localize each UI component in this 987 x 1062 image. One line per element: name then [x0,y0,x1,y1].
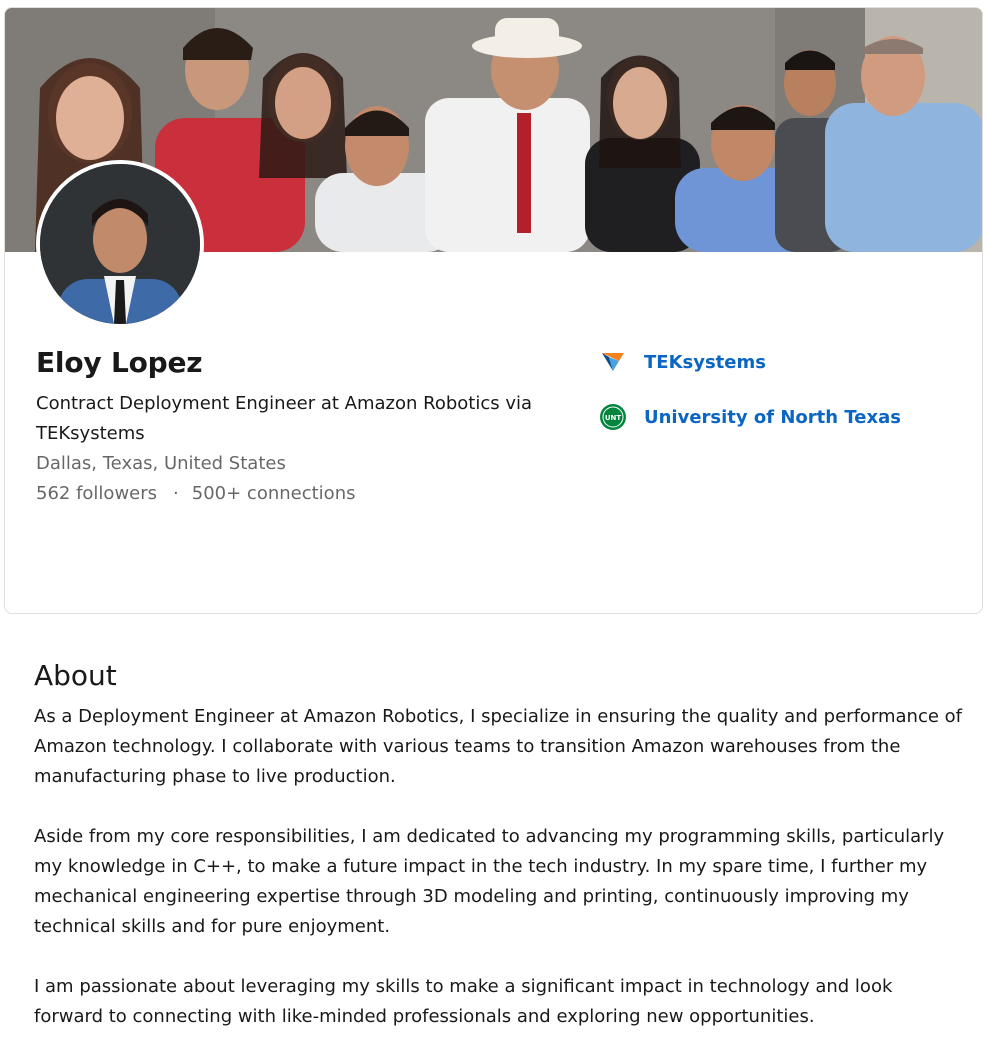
connections-count[interactable]: 500+ connections [192,479,356,509]
followers-count[interactable]: 562 followers [36,479,157,509]
teksystems-logo-icon [599,348,627,376]
org-name-teksystems: TEKsystems [644,351,766,373]
profile-organizations: TEKsystems UNT University of North Texas [599,346,901,456]
profile-card: Eloy Lopez Contract Deployment Engineer … [4,7,983,614]
about-paragraph: Aside from my core responsibilities, I a… [34,826,945,937]
profile-stats: 562 followers · 500+ connections [36,479,355,509]
about-title: About [34,659,117,692]
org-link-teksystems[interactable]: TEKsystems [599,346,901,378]
unt-logo-icon: UNT [599,403,627,431]
org-name-unt: University of North Texas [644,406,901,428]
profile-location: Dallas, Texas, United States [36,453,286,474]
profile-headline: Contract Deployment Engineer at Amazon R… [36,393,533,444]
about-paragraph: As a Deployment Engineer at Amazon Robot… [34,706,963,787]
profile-name: Eloy Lopez [36,346,203,379]
about-paragraph: I am passionate about leveraging my skil… [34,976,893,1027]
org-link-unt[interactable]: UNT University of North Texas [599,401,901,433]
profile-avatar[interactable] [36,160,204,328]
avatar-image [40,164,200,324]
about-section: About As a Deployment Engineer at Amazon… [34,650,964,1062]
stats-separator: · [173,483,179,504]
svg-text:UNT: UNT [605,414,622,422]
